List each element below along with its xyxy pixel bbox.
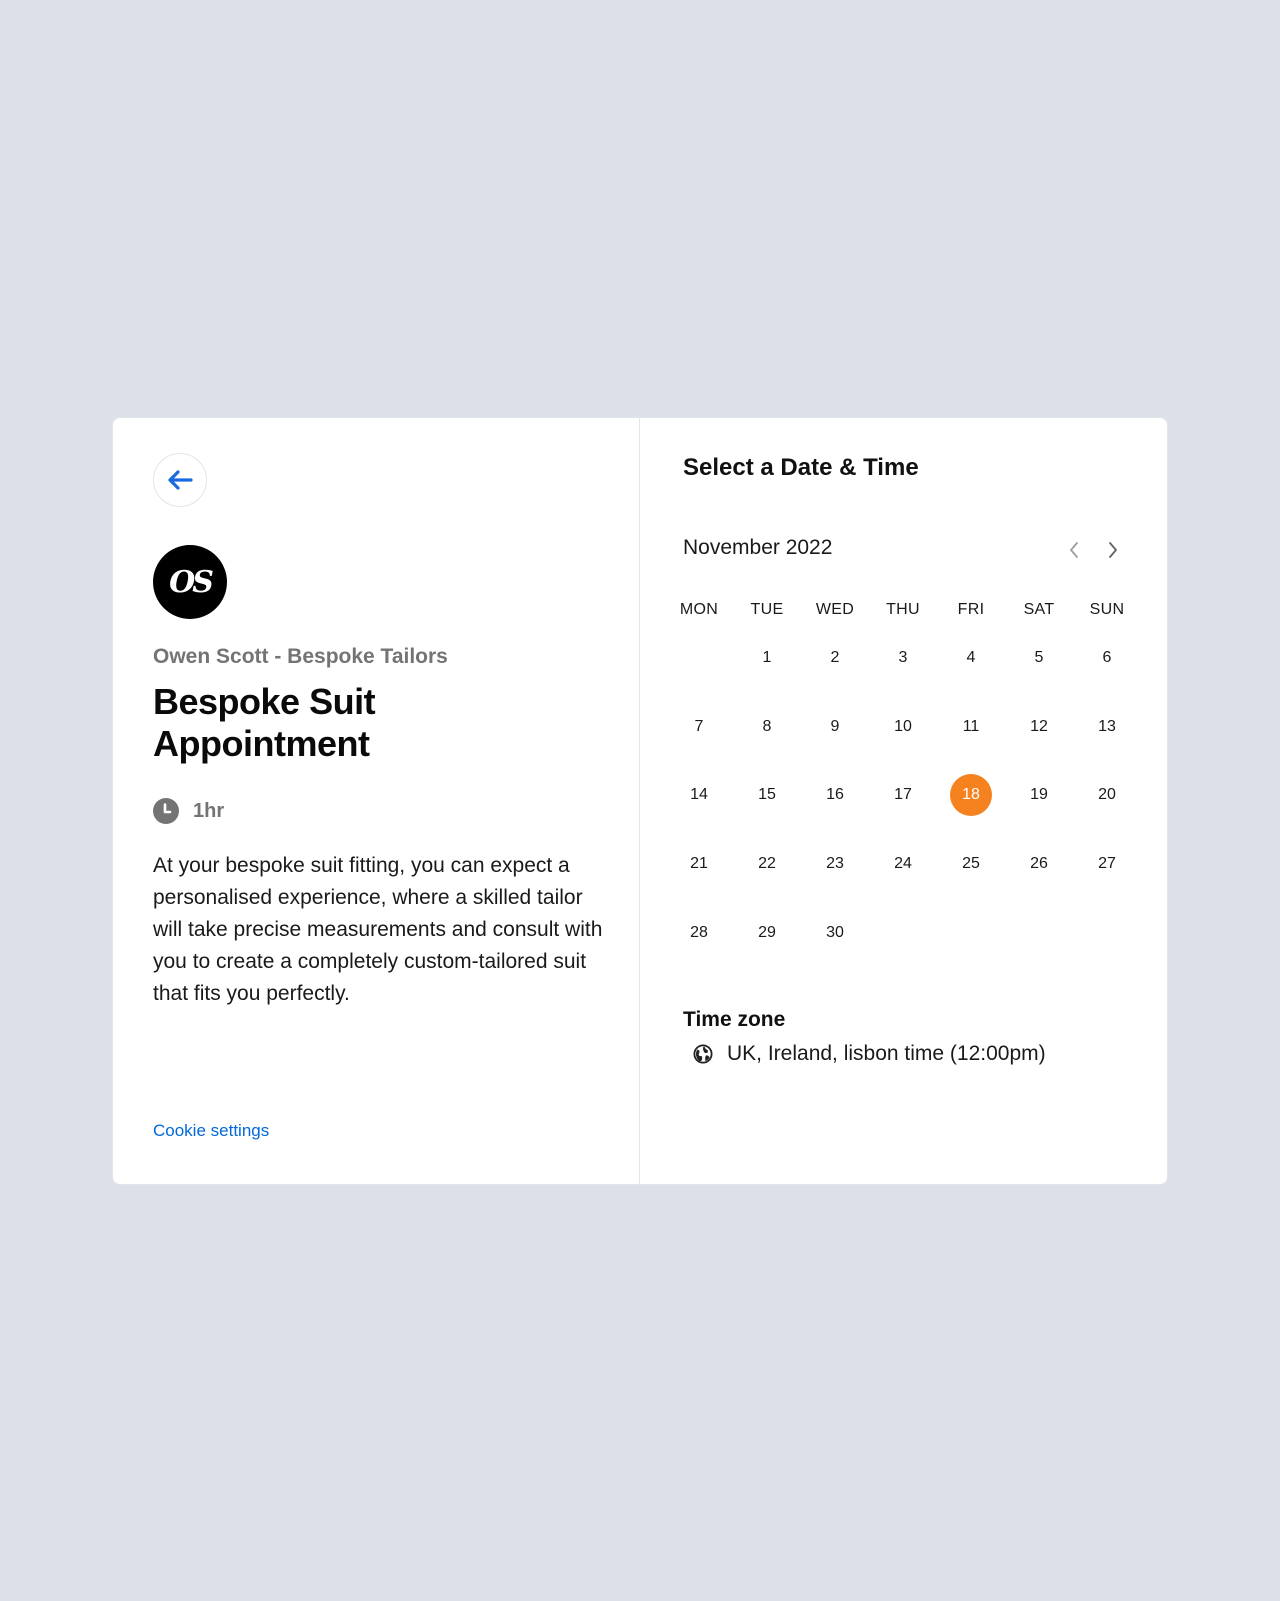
globe-icon xyxy=(693,1044,713,1064)
calendar-day[interactable]: 2 xyxy=(814,637,856,679)
calendar-day[interactable]: 8 xyxy=(746,706,788,748)
event-details-panel: OS Owen Scott - Bespoke Tailors Bespoke … xyxy=(113,418,640,1184)
weekday-mon: MON xyxy=(679,601,719,618)
calendar-day[interactable]: 11 xyxy=(950,706,992,748)
organization-logo: OS xyxy=(153,545,227,619)
timezone-value: UK, Ireland, lisbon time (12:00pm) xyxy=(727,1042,1046,1065)
calendar-day[interactable]: 14 xyxy=(678,774,720,816)
date-time-panel: Select a Date & Time November 2022 MON TU… xyxy=(640,418,1167,1184)
weekday-sat: SAT xyxy=(1023,601,1055,618)
weekday-wed: WED xyxy=(815,601,855,618)
calendar-day[interactable]: 5 xyxy=(1018,637,1060,679)
timezone-selector[interactable]: UK, Ireland, lisbon time (12:00pm) xyxy=(693,1042,1046,1066)
calendar-day[interactable]: 24 xyxy=(882,843,924,885)
event-duration: 1hr xyxy=(153,798,224,824)
calendar-day[interactable]: 3 xyxy=(882,637,924,679)
event-title: Bespoke Suit Appointment xyxy=(153,681,376,764)
calendar-day[interactable]: 26 xyxy=(1018,843,1060,885)
calendar-day[interactable]: 10 xyxy=(882,706,924,748)
arrow-left-icon xyxy=(168,470,193,490)
calendar-day[interactable]: 27 xyxy=(1086,843,1128,885)
weekday-thu: THU xyxy=(886,601,920,618)
calendar-day[interactable]: 21 xyxy=(678,843,720,885)
chevron-left-icon xyxy=(1070,542,1078,558)
calendar-day[interactable]: 6 xyxy=(1086,637,1128,679)
clock-icon xyxy=(153,798,179,824)
weekday-sun: SUN xyxy=(1089,601,1125,618)
calendar-day-selected[interactable]: 18 xyxy=(950,774,992,817)
timezone-label: Time zone xyxy=(683,1008,786,1031)
weekday-fri: FRI xyxy=(957,601,985,618)
booking-card: OS Owen Scott - Bespoke Tailors Bespoke … xyxy=(112,417,1168,1185)
weekday-tue: TUE xyxy=(750,601,784,618)
calendar-day[interactable]: 16 xyxy=(814,774,856,816)
event-description: At your bespoke suit fitting, you can ex… xyxy=(153,854,603,1005)
organization-name: Owen Scott - Bespoke Tailors xyxy=(153,645,448,668)
calendar-day[interactable]: 19 xyxy=(1018,774,1060,816)
duration-label: 1hr xyxy=(193,799,225,822)
calendar-day[interactable]: 15 xyxy=(746,774,788,816)
calendar-day[interactable]: 4 xyxy=(950,637,992,679)
month-label: November 2022 xyxy=(683,536,833,559)
calendar-day[interactable]: 20 xyxy=(1086,774,1128,816)
calendar-day[interactable]: 9 xyxy=(814,706,856,748)
cookie-settings-link[interactable]: Cookie settings xyxy=(153,1121,269,1141)
calendar-day[interactable]: 22 xyxy=(746,843,788,885)
panel-title: Select a Date & Time xyxy=(683,454,919,481)
calendar-day[interactable]: 17 xyxy=(882,774,924,816)
calendar-day[interactable]: 30 xyxy=(814,912,856,954)
calendar-day[interactable]: 23 xyxy=(814,843,856,885)
calendar-day[interactable]: 7 xyxy=(678,706,720,748)
calendar-day[interactable]: 1 xyxy=(746,637,788,679)
chevron-right-icon xyxy=(1109,542,1117,558)
previous-month-button[interactable] xyxy=(1062,538,1086,562)
calendar-day[interactable]: 29 xyxy=(746,912,788,954)
logo-text: OS xyxy=(169,564,214,600)
calendar-day[interactable]: 13 xyxy=(1086,706,1128,748)
back-button[interactable] xyxy=(153,453,207,507)
calendar-day[interactable]: 28 xyxy=(678,912,720,954)
calendar-day[interactable]: 12 xyxy=(1018,706,1060,748)
calendar-day[interactable]: 25 xyxy=(950,843,992,885)
next-month-button[interactable] xyxy=(1101,538,1125,562)
